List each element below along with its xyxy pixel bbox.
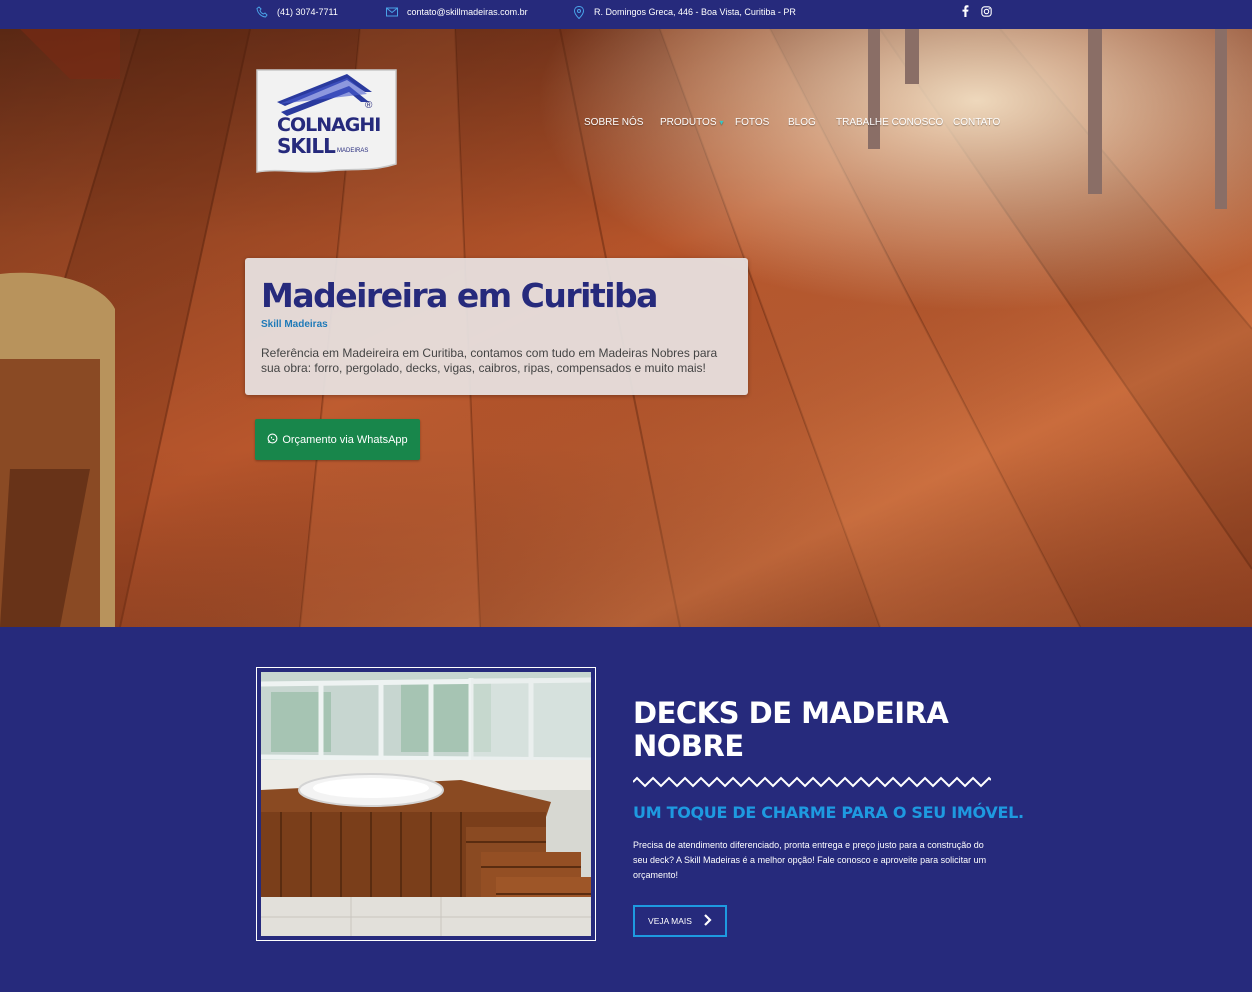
svg-text:COLNAGHI: COLNAGHI: [277, 114, 380, 136]
svg-text:®: ®: [365, 100, 373, 111]
hero-description: Referência em Madeireira em Curitiba, co…: [261, 346, 718, 375]
nav-trabalhe-conosco[interactable]: TRABALHE CONOSCO: [836, 117, 943, 128]
whatsapp-quote-button[interactable]: Orçamento via WhatsApp: [255, 419, 420, 460]
phone-icon: [255, 5, 269, 19]
mail-icon: [385, 5, 399, 19]
address-text[interactable]: R. Domingos Greca, 446 - Boa Vista, Curi…: [594, 7, 796, 17]
hero-card: Madeireira em Curitiba Skill Madeiras Re…: [245, 258, 748, 395]
section-text: Precisa de atendimento diferenciado, pro…: [633, 840, 987, 880]
hero-subtitle: Skill Madeiras: [261, 319, 328, 330]
veja-mais-button[interactable]: VEJA MAIS: [633, 905, 727, 937]
section-heading-line1: DECKS DE MADEIRA: [633, 696, 949, 730]
whatsapp-icon: [267, 433, 278, 447]
email-text[interactable]: contato@skillmadeiras.com.br: [407, 7, 528, 17]
svg-text:SKILL: SKILL: [277, 134, 336, 158]
whatsapp-button-label: Orçamento via WhatsApp: [282, 433, 408, 446]
section-tagline: UM TOQUE DE CHARME PARA O SEU IMÓVEL.: [633, 803, 1024, 822]
nav-contato[interactable]: CONTATO: [953, 117, 1000, 128]
top-contact-bar: (41) 3074-7711 contato@skillmadeiras.com…: [0, 0, 1252, 29]
hero-title: Madeireira em Curitiba: [261, 276, 658, 315]
phone-contact[interactable]: (41) 3074-7711: [255, 0, 338, 24]
nav-produtos-label: PRODUTOS: [660, 117, 717, 128]
svg-text:MADEIRAS: MADEIRAS: [337, 148, 368, 154]
nav-blog[interactable]: BLOG: [788, 117, 816, 128]
decks-section: [0, 627, 1252, 992]
nav-sobre-nos[interactable]: SOBRE NÓS: [584, 117, 643, 128]
chevron-down-icon: ▾: [719, 118, 724, 127]
company-logo[interactable]: ® COLNAGHI SKILL MADEIRAS: [255, 68, 398, 173]
instagram-icon[interactable]: [980, 5, 992, 17]
phone-text[interactable]: (41) 3074-7711: [277, 7, 338, 17]
email-contact[interactable]: contato@skillmadeiras.com.br: [385, 0, 528, 24]
zigzag-divider: [633, 776, 991, 788]
section-heading: DECKS DE MADEIRA NOBRE: [633, 697, 993, 763]
nav-produtos[interactable]: PRODUTOS ▾: [660, 117, 724, 128]
section-heading-line2: NOBRE: [633, 729, 744, 763]
address-contact[interactable]: R. Domingos Greca, 446 - Boa Vista, Curi…: [572, 0, 796, 24]
map-pin-icon: [572, 5, 586, 19]
nav-fotos[interactable]: FOTOS: [735, 117, 769, 128]
facebook-icon[interactable]: [959, 5, 971, 17]
deck-photo: [261, 672, 591, 936]
chevron-right-icon: [704, 914, 712, 928]
veja-mais-label: VEJA MAIS: [648, 916, 692, 926]
